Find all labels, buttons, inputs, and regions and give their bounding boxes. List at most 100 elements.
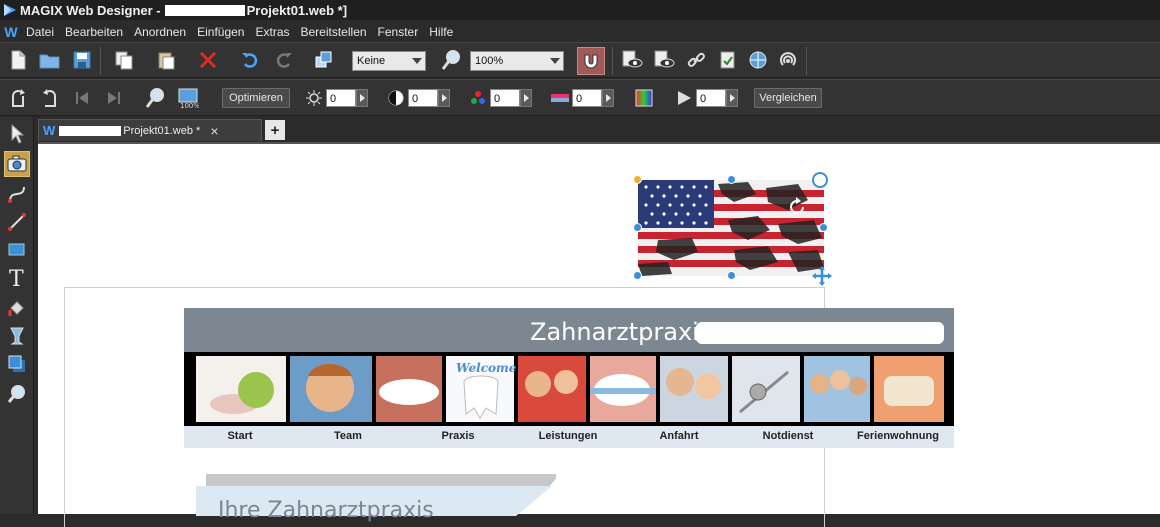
- transparency-tool-icon[interactable]: [4, 323, 30, 349]
- contrast-value[interactable]: 0: [408, 89, 438, 107]
- skip-back-icon[interactable]: [70, 86, 94, 110]
- magnet-icon[interactable]: [577, 47, 605, 75]
- checklist-icon[interactable]: [716, 48, 740, 72]
- web-doc-icon: W: [43, 123, 56, 138]
- shadow-tool-icon[interactable]: [4, 351, 30, 377]
- nav-item-team[interactable]: Team: [320, 430, 376, 442]
- selection-handle-top-left[interactable]: [633, 175, 642, 184]
- banner-title: Zahnarztpraxis: [530, 318, 712, 346]
- nav-item-anfahrt[interactable]: Anfahrt: [646, 430, 712, 442]
- rotate-right-icon[interactable]: [38, 86, 62, 110]
- menu-bearbeiten[interactable]: Bearbeiten: [61, 25, 130, 39]
- rotate-left-icon[interactable]: [6, 86, 30, 110]
- design-canvas[interactable]: Zahnarztpraxis Welcome Start Team Praxis…: [38, 142, 1160, 527]
- curve-tool-icon[interactable]: [4, 181, 30, 207]
- title-bar: MAGIX Web Designer - Projekt01.web *]: [0, 0, 1160, 20]
- contrast-stepper[interactable]: 0: [408, 89, 450, 107]
- menu-hilfe[interactable]: Hilfe: [425, 25, 460, 39]
- preview-icon[interactable]: [620, 48, 644, 72]
- document-tab-title: Projekt01.web *: [123, 124, 201, 137]
- menu-fenster[interactable]: Fenster: [374, 25, 426, 39]
- app-logo-icon: [0, 0, 20, 20]
- sharpness-value[interactable]: 0: [696, 89, 726, 107]
- nav-item-leistungen[interactable]: Leistungen: [530, 430, 606, 442]
- header-banner[interactable]: Zahnarztpraxis: [184, 308, 954, 352]
- link-icon[interactable]: [684, 48, 708, 72]
- line-tool-icon[interactable]: [4, 209, 30, 235]
- page-preview-icon[interactable]: [652, 48, 676, 72]
- svg-text:100%: 100%: [180, 102, 199, 109]
- globe-publish-icon[interactable]: [746, 48, 770, 72]
- svg-text:Welcome: Welcome: [456, 361, 517, 375]
- zoom-image-icon[interactable]: [144, 86, 168, 110]
- optimize-button[interactable]: Optimieren: [222, 88, 290, 108]
- text-tool-icon[interactable]: T: [4, 265, 30, 291]
- photo-tool-icon[interactable]: [4, 151, 30, 177]
- style-combo[interactable]: Keine: [352, 51, 426, 71]
- paste-icon[interactable]: [154, 48, 178, 72]
- menu-bereitstellen[interactable]: Bereitstellen: [297, 25, 374, 39]
- sharpness-stepper[interactable]: 0: [696, 89, 738, 107]
- menu-einfuegen[interactable]: Einfügen: [193, 25, 251, 39]
- zoom-icon[interactable]: [440, 48, 464, 72]
- color-balance-value[interactable]: 0: [572, 89, 602, 107]
- compare-button[interactable]: Vergleichen: [754, 88, 822, 108]
- nav-item-ferienwohnung[interactable]: Ferienwohnung: [850, 430, 946, 442]
- nav-item-notdienst[interactable]: Notdienst: [750, 430, 826, 442]
- rectangle-tool-icon[interactable]: [4, 237, 30, 263]
- brightness-icon: [302, 86, 326, 110]
- move-handle-icon[interactable]: [812, 266, 832, 289]
- selection-handle-left[interactable]: [633, 223, 642, 232]
- brightness-value[interactable]: 0: [326, 89, 356, 107]
- color-correction-icon[interactable]: [632, 86, 656, 110]
- arrange-icon[interactable]: [312, 48, 336, 72]
- brightness-stepper[interactable]: 0: [326, 89, 368, 107]
- content-heading: Ihre Zahnarztpraxis: [218, 498, 434, 523]
- save-icon[interactable]: [70, 48, 94, 72]
- close-tab-icon[interactable]: ×: [210, 123, 218, 139]
- pointer-tool-icon[interactable]: [4, 121, 30, 147]
- broadcast-icon[interactable]: [776, 48, 800, 72]
- actual-size-icon[interactable]: 100%: [176, 86, 200, 110]
- menu-datei[interactable]: Datei: [22, 25, 61, 39]
- sharpness-icon: [672, 86, 696, 110]
- color-balance-stepper[interactable]: 0: [572, 89, 614, 107]
- zoom-combo[interactable]: 100%: [470, 51, 564, 71]
- main-toolbar: Keine 100%: [0, 42, 1160, 78]
- selection-handle-bottom[interactable]: [727, 271, 736, 280]
- nav-item-praxis[interactable]: Praxis: [430, 430, 486, 442]
- rotation-center-icon[interactable]: [786, 196, 808, 221]
- redo-icon[interactable]: [272, 48, 296, 72]
- redacted-block: [164, 4, 245, 16]
- saturation-value[interactable]: 0: [490, 89, 520, 107]
- stepper-arrow-icon[interactable]: [438, 89, 450, 107]
- selection-handle-bottom-left[interactable]: [633, 271, 642, 280]
- new-tab-button[interactable]: +: [265, 120, 285, 140]
- fill-tool-icon[interactable]: [4, 295, 30, 321]
- rotate-handle-icon[interactable]: [812, 172, 828, 188]
- stepper-arrow-icon[interactable]: [520, 89, 532, 107]
- zoom-combo-value: 100%: [475, 55, 504, 67]
- stepper-arrow-icon[interactable]: [356, 89, 368, 107]
- menu-extras[interactable]: Extras: [251, 25, 296, 39]
- open-folder-icon[interactable]: [38, 48, 62, 72]
- selected-flag-image[interactable]: [633, 172, 832, 286]
- new-document-icon[interactable]: [6, 48, 30, 72]
- document-tab[interactable]: W Projekt01.web * ×: [38, 119, 262, 141]
- zoom-tool-icon[interactable]: [4, 381, 30, 407]
- undo-icon[interactable]: [238, 48, 262, 72]
- app-menu-icon[interactable]: W: [0, 24, 22, 40]
- delete-icon[interactable]: [196, 48, 220, 72]
- selection-handle-top[interactable]: [727, 175, 736, 184]
- content-heading-box[interactable]: Ihre Zahnarztpraxis: [196, 474, 556, 523]
- nav-item-start[interactable]: Start: [212, 430, 268, 442]
- stepper-arrow-icon[interactable]: [602, 89, 614, 107]
- menu-anordnen[interactable]: Anordnen: [130, 25, 193, 39]
- selection-handle-right[interactable]: [819, 223, 828, 232]
- window-title-file: Projekt01.web *]: [246, 2, 348, 18]
- copy-icon[interactable]: [112, 48, 136, 72]
- stepper-arrow-icon[interactable]: [726, 89, 738, 107]
- saturation-stepper[interactable]: 0: [490, 89, 532, 107]
- photo-strip[interactable]: Welcome: [184, 352, 954, 426]
- skip-forward-icon[interactable]: [102, 86, 126, 110]
